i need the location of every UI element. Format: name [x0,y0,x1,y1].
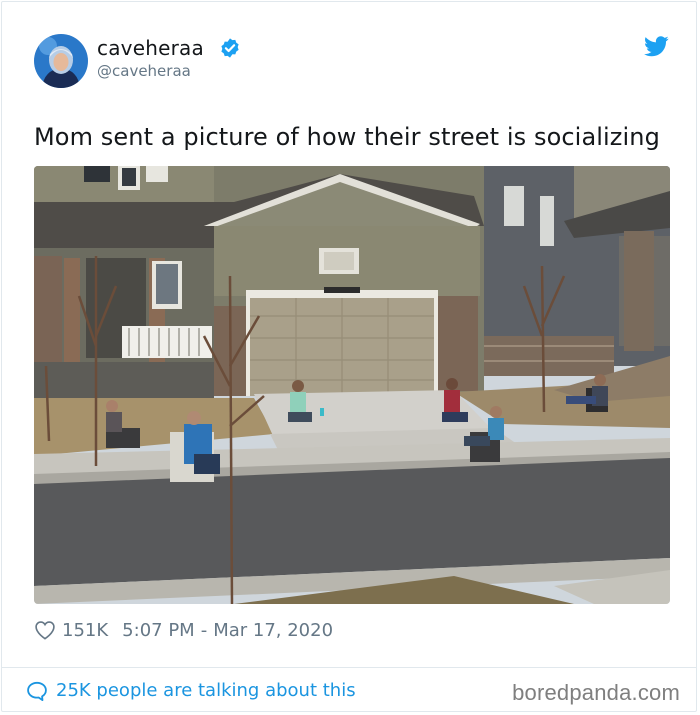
verified-badge-icon [221,38,239,58]
tweet-date[interactable]: Mar 17, 2020 [213,620,333,641]
meta-separator: - [200,619,208,641]
user-handle[interactable]: @caveheraa [97,62,191,80]
tweet-meta: 151K 5:07 PM - Mar 17, 2020 [34,618,333,642]
talking-link[interactable]: 25K people are talking about this [26,680,356,701]
tweet-time[interactable]: 5:07 PM [122,620,195,641]
like-count[interactable]: 151K [62,620,108,641]
twitter-bird-icon[interactable] [644,36,669,57]
divider [2,667,696,668]
talking-label: 25K people are talking about this [56,680,356,701]
display-name[interactable]: caveheraa [97,36,204,60]
tweet-photo[interactable] [34,166,670,604]
avatar[interactable] [34,34,88,88]
comment-bubble-icon [27,681,47,701]
heart-outline-icon[interactable] [34,620,56,640]
watermark-logo: boredpanda.com [512,680,680,705]
tweet-card: caveheraa @caveheraa Mom sent a picture … [1,1,697,712]
tweet-text: Mom sent a picture of how their street i… [34,123,660,151]
